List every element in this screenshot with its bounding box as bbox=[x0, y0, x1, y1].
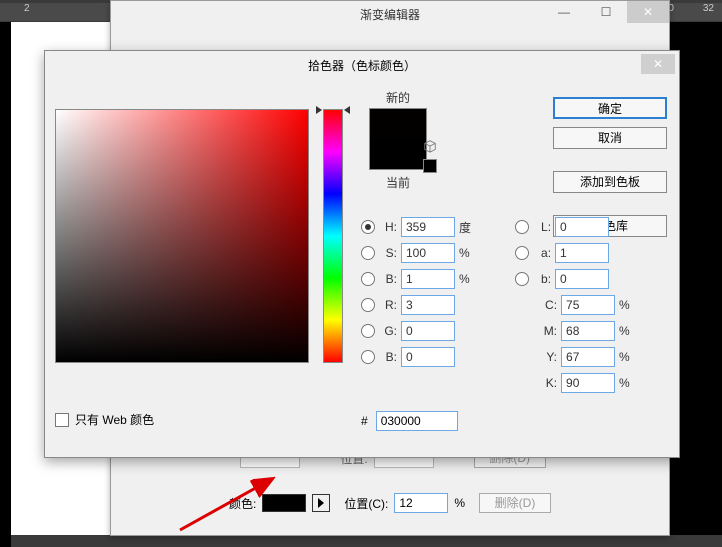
delete-stop-button: 删除(D) bbox=[479, 493, 551, 513]
b-label: b: bbox=[533, 272, 551, 286]
hex-hash-label: # bbox=[361, 414, 368, 428]
current-color-label: 当前 bbox=[355, 174, 441, 191]
color-picker-body: 新的 当前 确定 取消 添加到色板 颜色库 H: 度 bbox=[45, 79, 679, 457]
hue-indicator-icon bbox=[316, 106, 350, 116]
new-color-swatch bbox=[370, 109, 426, 139]
color-picker-title: 拾色器（色标颜色） bbox=[308, 57, 416, 74]
h-unit: 度 bbox=[459, 219, 475, 236]
a-input[interactable] bbox=[555, 243, 609, 263]
cube-icon bbox=[423, 139, 437, 153]
hex-input[interactable] bbox=[376, 411, 458, 431]
y-label: Y: bbox=[533, 350, 557, 364]
c-input[interactable] bbox=[561, 295, 615, 315]
y-input[interactable] bbox=[561, 347, 615, 367]
s-radio[interactable] bbox=[361, 246, 375, 260]
web-only-checkbox-row: 只有 Web 颜色 bbox=[55, 411, 154, 428]
bv-radio[interactable] bbox=[361, 272, 375, 286]
m-label: M: bbox=[533, 324, 557, 338]
r-label: R: bbox=[379, 298, 397, 312]
web-only-checkbox[interactable] bbox=[55, 413, 69, 427]
g-input[interactable] bbox=[401, 321, 455, 341]
new-color-label: 新的 bbox=[355, 89, 441, 106]
color-comparison-swatch bbox=[369, 108, 427, 170]
s-label: S: bbox=[379, 246, 397, 260]
ok-button[interactable]: 确定 bbox=[553, 97, 667, 119]
color-picker-dropdown[interactable] bbox=[312, 494, 330, 512]
maximize-button[interactable]: ☐ bbox=[585, 1, 627, 23]
add-to-swatches-button[interactable]: 添加到色板 bbox=[553, 171, 667, 193]
minimize-button[interactable]: — bbox=[543, 1, 585, 23]
hex-input-row: # bbox=[361, 411, 458, 431]
ruler-mark: 32 bbox=[703, 3, 714, 14]
gradient-editor-title: 渐变编辑器 bbox=[360, 6, 420, 23]
l-input[interactable] bbox=[555, 217, 609, 237]
color-label: 颜色: bbox=[229, 495, 256, 512]
color-values-grid: H: 度 L: S: % a: bbox=[361, 214, 669, 396]
h-label: H: bbox=[379, 220, 397, 234]
l-radio[interactable] bbox=[515, 220, 529, 234]
color-picker-dialog: 拾色器（色标颜色） ✕ 新的 当前 确定 取消 添加到色板 颜色库 bbox=[44, 50, 680, 458]
current-color-swatch bbox=[370, 139, 426, 169]
bb-radio[interactable] bbox=[361, 350, 375, 364]
r-input[interactable] bbox=[401, 295, 455, 315]
color-picker-titlebar[interactable]: 拾色器（色标颜色） ✕ bbox=[45, 51, 679, 79]
bv-input[interactable] bbox=[401, 269, 455, 289]
triangle-right-icon bbox=[318, 498, 324, 508]
web-only-label: 只有 Web 颜色 bbox=[75, 411, 154, 428]
a-radio[interactable] bbox=[515, 246, 529, 260]
b-radio[interactable] bbox=[515, 272, 529, 286]
window-controls: — ☐ ✕ bbox=[543, 1, 669, 23]
bb-label: B: bbox=[379, 350, 397, 364]
a-label: a: bbox=[533, 246, 551, 260]
y-unit: % bbox=[619, 350, 635, 364]
mini-swatch[interactable] bbox=[423, 159, 437, 173]
close-button[interactable]: ✕ bbox=[641, 54, 675, 74]
ruler-mark: 2 bbox=[24, 3, 30, 14]
g-radio[interactable] bbox=[361, 324, 375, 338]
k-unit: % bbox=[619, 376, 635, 390]
h-radio[interactable] bbox=[361, 220, 375, 234]
l-label: L: bbox=[533, 220, 551, 234]
k-input[interactable] bbox=[561, 373, 615, 393]
c-unit: % bbox=[619, 298, 635, 312]
k-label: K: bbox=[533, 376, 557, 390]
s-unit: % bbox=[459, 246, 475, 260]
pct-unit: % bbox=[454, 496, 465, 510]
bv-label: B: bbox=[379, 272, 397, 286]
m-unit: % bbox=[619, 324, 635, 338]
m-input[interactable] bbox=[561, 321, 615, 341]
saturation-value-field[interactable] bbox=[55, 109, 309, 363]
hue-slider[interactable] bbox=[323, 109, 343, 363]
location-input[interactable] bbox=[394, 493, 448, 513]
bv-unit: % bbox=[459, 272, 475, 286]
cancel-button[interactable]: 取消 bbox=[553, 127, 667, 149]
location-label: 位置(C): bbox=[344, 495, 388, 512]
stop-color-swatch[interactable] bbox=[262, 494, 306, 512]
c-label: C: bbox=[533, 298, 557, 312]
gradient-editor-titlebar[interactable]: 渐变编辑器 — ☐ ✕ bbox=[111, 1, 669, 27]
gradient-stop-controls: 颜色: 位置(C): % 删除(D) bbox=[129, 493, 651, 513]
r-radio[interactable] bbox=[361, 298, 375, 312]
canvas-edge-left bbox=[0, 22, 11, 547]
h-input[interactable] bbox=[401, 217, 455, 237]
close-button[interactable]: ✕ bbox=[627, 1, 669, 23]
g-label: G: bbox=[379, 324, 397, 338]
bb-input[interactable] bbox=[401, 347, 455, 367]
s-input[interactable] bbox=[401, 243, 455, 263]
b-input[interactable] bbox=[555, 269, 609, 289]
